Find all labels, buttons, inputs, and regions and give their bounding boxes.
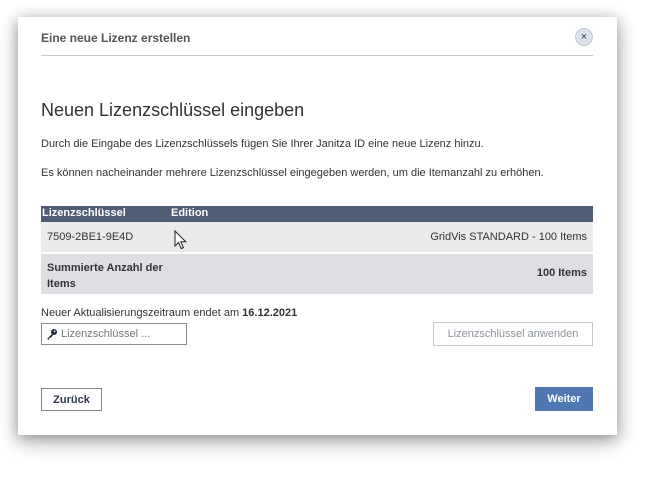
update-period-label: Neuer Aktualisierungszeitraum endet am bbox=[41, 307, 240, 319]
dialog-header-title: Eine neue Lizenz erstellen bbox=[41, 31, 191, 45]
license-dialog: Eine neue Lizenz erstellen × Neuen Lizen… bbox=[18, 17, 617, 435]
table-header: Lizenzschlüssel Edition bbox=[41, 206, 593, 222]
summary-value: 100 Items bbox=[536, 267, 587, 279]
description-text-1: Durch die Eingabe des Lizenzschlüssels f… bbox=[41, 138, 484, 150]
summary-label: Summierte Anzahl der Items bbox=[47, 262, 163, 290]
table-row: 7509-2BE1-9E4D GridVis STANDARD - 100 It… bbox=[41, 222, 593, 254]
description-text-2: Es können nacheinander mehrere Lizenzsch… bbox=[41, 167, 544, 179]
summary-row: Summierte Anzahl der Items 100 Items bbox=[41, 254, 593, 294]
close-icon: × bbox=[580, 30, 588, 43]
edition-cell: GridVis STANDARD - 100 Items bbox=[430, 231, 587, 243]
mouse-cursor-icon bbox=[174, 230, 188, 250]
license-key-field[interactable] bbox=[41, 323, 187, 345]
key-icon bbox=[47, 329, 57, 340]
page-title: Neuen Lizenzschlüssel eingeben bbox=[41, 100, 305, 120]
apply-license-key-button[interactable]: Lizenzschlüssel anwenden bbox=[433, 322, 593, 346]
close-button[interactable]: × bbox=[575, 28, 593, 46]
header-divider bbox=[41, 55, 593, 56]
column-header-edition: Edition bbox=[171, 207, 209, 219]
license-key-input[interactable] bbox=[61, 325, 183, 343]
column-header-license-key: Lizenzschlüssel bbox=[42, 207, 126, 219]
license-table: Lizenzschlüssel Edition 7509-2BE1-9E4D G… bbox=[41, 206, 593, 294]
next-button[interactable]: Weiter bbox=[535, 387, 593, 411]
license-key-cell: 7509-2BE1-9E4D bbox=[47, 231, 134, 243]
back-button[interactable]: Zurück bbox=[41, 388, 102, 411]
update-period-text: Neuer Aktualisierungszeitraum endet am 1… bbox=[41, 307, 297, 319]
update-period-date: 16.12.2021 bbox=[242, 307, 298, 319]
